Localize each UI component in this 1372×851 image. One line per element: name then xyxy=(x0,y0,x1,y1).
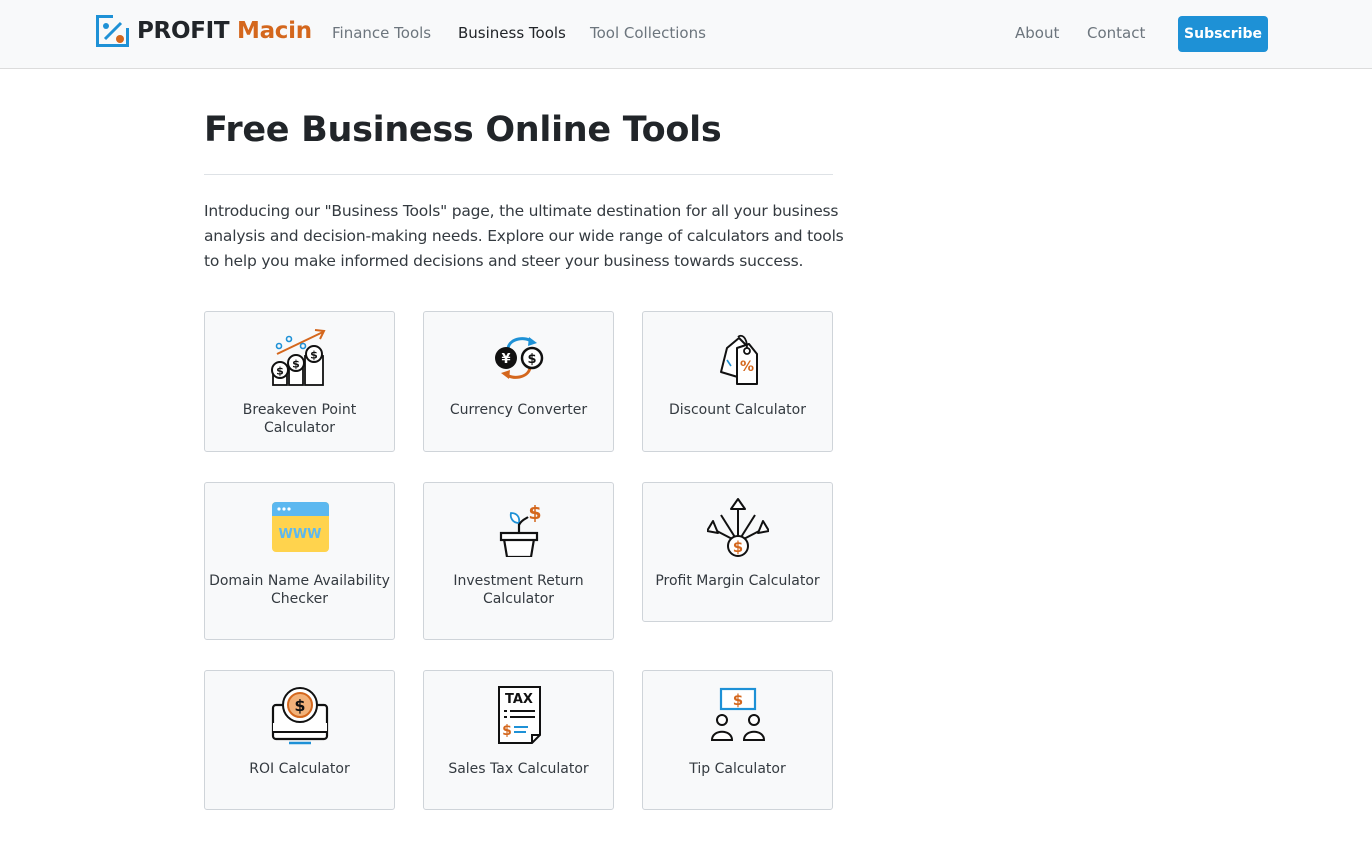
tax-receipt-icon: TAX $ xyxy=(498,686,541,744)
tool-card-discount[interactable]: % Discount Calculator xyxy=(642,311,833,452)
tool-card-label: Profit Margin Calculator xyxy=(655,573,820,589)
svg-text:$: $ xyxy=(733,538,743,556)
svg-text:%: % xyxy=(740,359,754,375)
brand-name-part1: PROFIT xyxy=(137,18,230,44)
svg-text:¥: ¥ xyxy=(501,352,510,367)
breakeven-coins-icon: $ $ $ xyxy=(271,329,326,386)
svg-text:$: $ xyxy=(294,696,305,715)
tool-card-breakeven[interactable]: $ $ $ Breakeven Point Calculator xyxy=(204,311,395,452)
svg-text:$: $ xyxy=(502,723,512,739)
percent-chart-icon xyxy=(96,15,129,47)
page-title: Free Business Online Tools xyxy=(204,110,722,150)
tool-card-profit-margin[interactable]: $ Profit Margin Calculator xyxy=(642,482,833,622)
tool-card-label: Currency Converter xyxy=(449,402,588,418)
nav-about[interactable]: About xyxy=(1015,24,1059,42)
svg-text:$: $ xyxy=(292,358,300,371)
nav-business-tools[interactable]: Business Tools xyxy=(458,24,566,42)
brand-name: PROFIT Macin xyxy=(137,18,312,44)
tool-card-label: Tip Calculator xyxy=(689,761,786,777)
dollar-arrows-icon: $ xyxy=(707,498,769,557)
svg-text:$: $ xyxy=(527,352,536,367)
tool-card-label: Discount Calculator xyxy=(668,402,806,418)
tool-card-label: ROI Calculator xyxy=(249,761,350,777)
currency-exchange-icon: ¥ $ xyxy=(495,337,544,379)
intro-paragraph: Introducing our "Business Tools" page, t… xyxy=(204,202,844,270)
brand-logo-link[interactable]: PROFIT Macin xyxy=(96,15,312,47)
tool-card-investment[interactable]: $ Investment Return Calculator xyxy=(423,482,614,640)
svg-text:WWW: WWW xyxy=(278,527,321,542)
tool-card-domain[interactable]: WWW Domain Name Availability Checker xyxy=(204,482,395,640)
www-browser-icon: WWW xyxy=(272,502,329,552)
title-divider xyxy=(204,174,833,175)
people-dollar-icon: $ xyxy=(710,687,766,741)
top-navbar: PROFIT Macin Finance Tools Business Tool… xyxy=(0,0,1372,69)
tool-card-label: Breakeven Point Calculator xyxy=(242,402,357,436)
svg-text:TAX: TAX xyxy=(505,692,533,707)
discount-tag-icon: % xyxy=(720,334,758,385)
svg-text:$: $ xyxy=(733,691,743,709)
tool-card-roi[interactable]: $ ROI Calculator xyxy=(204,670,395,810)
nav-contact[interactable]: Contact xyxy=(1087,24,1145,42)
monitor-dollar-icon: $ xyxy=(271,687,329,745)
plant-pot-dollar-icon: $ xyxy=(499,502,542,557)
tool-card-sales-tax[interactable]: TAX $ Sales Tax Calculator xyxy=(423,670,614,810)
nav-tool-collections[interactable]: Tool Collections xyxy=(590,24,706,42)
tool-card-label: Sales Tax Calculator xyxy=(448,761,589,777)
tool-card-currency[interactable]: ¥ $ Currency Converter xyxy=(423,311,614,452)
nav-finance-tools[interactable]: Finance Tools xyxy=(332,24,431,42)
svg-text:$: $ xyxy=(310,349,318,362)
brand-name-part2: Macin xyxy=(237,18,312,44)
subscribe-button[interactable]: Subscribe xyxy=(1178,16,1268,52)
tool-card-label: Investment Return Calculator xyxy=(453,573,584,607)
svg-text:$: $ xyxy=(276,365,284,378)
svg-text:$: $ xyxy=(528,502,541,524)
tool-card-label: Domain Name Availability Checker xyxy=(209,573,390,607)
tool-card-tip[interactable]: $ Tip Calculator xyxy=(642,670,833,810)
